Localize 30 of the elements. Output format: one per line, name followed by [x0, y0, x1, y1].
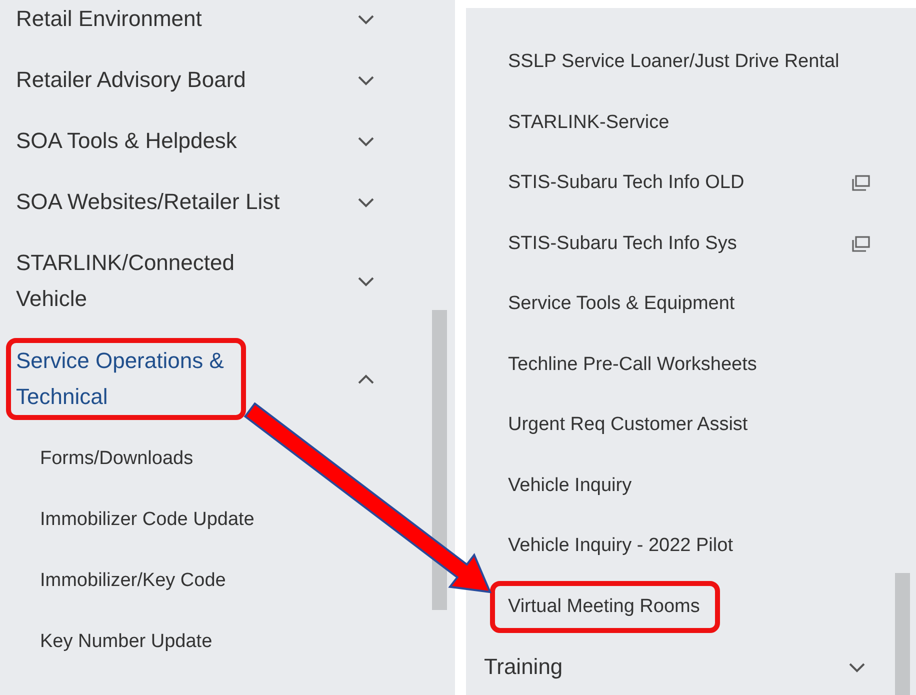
- menu-link[interactable]: STIS-Subaru Tech Info Sys: [508, 226, 737, 262]
- chevron-up-icon[interactable]: [357, 372, 375, 384]
- menu-section[interactable]: Retail Environment: [16, 0, 202, 36]
- scrollbar-thumb[interactable]: [432, 310, 447, 610]
- menu-link[interactable]: Immobilizer Code Update: [40, 508, 254, 530]
- menu-link[interactable]: SSLP Service Loaner/Just Drive Rental: [508, 44, 840, 80]
- chevron-down-icon[interactable]: [357, 12, 375, 24]
- chevron-down-icon[interactable]: [848, 661, 866, 673]
- chevron-down-icon[interactable]: [357, 134, 375, 146]
- menu-link[interactable]: Vehicle Inquiry - 2022 Pilot: [508, 528, 733, 564]
- menu-section[interactable]: SOA Tools & Helpdesk: [16, 122, 237, 158]
- menu-link[interactable]: Service Tools & Equipment: [508, 286, 735, 322]
- menu-section[interactable]: STARLINK/Connected Vehicle: [16, 244, 276, 316]
- menu-link[interactable]: STIS-Subaru Tech Info OLD: [508, 165, 744, 202]
- chevron-down-icon[interactable]: [357, 74, 375, 86]
- menu-link[interactable]: Vehicle Inquiry: [508, 468, 632, 504]
- chevron-down-icon[interactable]: [357, 274, 375, 286]
- menu-link[interactable]: Techline Pre-Call Worksheets: [508, 346, 757, 383]
- menu-link[interactable]: STARLINK-Service: [508, 104, 670, 141]
- menu-link[interactable]: Forms/Downloads: [40, 448, 194, 468]
- menu-link[interactable]: Urgent Req Customer Assist: [508, 407, 748, 444]
- menu-section[interactable]: SOA Websites/Retailer List: [16, 184, 280, 220]
- menu-link[interactable]: Immobilizer/Key Code: [40, 570, 226, 590]
- scrollbar-thumb[interactable]: [895, 573, 910, 695]
- menu-link[interactable]: Virtual Meeting Rooms: [490, 580, 720, 633]
- menu-section[interactable]: Training: [484, 649, 563, 685]
- menu-section[interactable]: Service Operations & Technical: [6, 338, 246, 420]
- menu-link[interactable]: Key Number Update: [40, 630, 212, 652]
- chevron-down-icon[interactable]: [357, 196, 375, 208]
- menu-section[interactable]: Retailer Advisory Board: [16, 62, 246, 98]
